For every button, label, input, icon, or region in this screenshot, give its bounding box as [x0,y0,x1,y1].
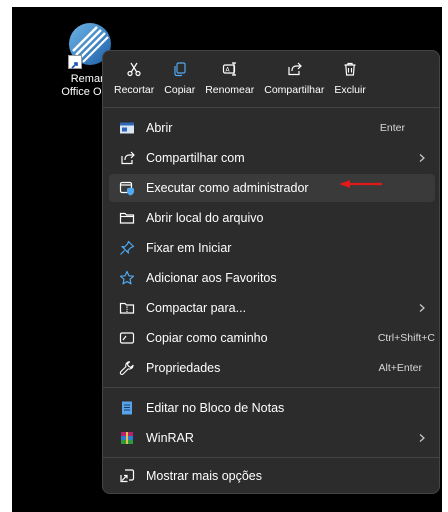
menu-item-label: Abrir local do arquivo [146,211,264,225]
star-icon [119,270,135,285]
folder-icon [119,212,135,224]
scissors-icon [127,62,141,77]
menu-item-label: Editar no Bloco de Notas [146,401,285,415]
copy-path-icon [119,332,135,344]
divider [103,107,439,108]
winrar-icon [121,432,133,444]
delete-button[interactable]: Excluir [329,59,371,105]
delete-label: Excluir [334,84,366,96]
menu-item-adicionar-aos-favoritos[interactable]: Adicionar aos Favoritos [109,264,435,292]
divider [103,387,439,388]
share-label: Compartilhar [264,84,325,96]
zip-folder-icon [119,302,135,314]
menu-item-copiar-como-caminho[interactable]: Copiar como caminho Ctrl+Shift+C [109,324,435,352]
red-annotation-arrow-icon [339,180,382,188]
shortcut-text: Ctrl+Shift+C [377,332,435,344]
menu-item-propriedades[interactable]: Propriedades Alt+Enter [109,354,435,382]
menu-item-label: Copiar como caminho [146,331,268,345]
chevron-right-icon [419,154,425,162]
admin-shield-icon [119,181,134,196]
menu-item-mostrar-mais-opcoes[interactable]: Mostrar mais opções [109,462,435,490]
menu-item-fixar-em-iniciar[interactable]: Fixar em Iniciar [109,234,435,262]
menu-item-abrir[interactable]: Abrir Enter [109,114,435,142]
menu-item-label: Abrir [146,121,173,135]
shortcut-text: Alt+Enter [378,362,422,374]
notepad-icon [122,401,132,415]
share-button[interactable]: Compartilhar [259,59,329,105]
menu-item-label: Mostrar mais opções [146,469,263,483]
menu-item-label: WinRAR [146,431,194,445]
shortcut-text: Enter [379,122,405,134]
context-menu: Recortar Copiar A Renomear Compartilhar … [102,50,440,494]
rename-button[interactable]: A Renomear [200,59,259,105]
open-window-icon [120,122,134,134]
more-options-icon [120,469,135,483]
share-icon [288,62,303,76]
menu-item-label: Adicionar aos Favoritos [146,271,277,285]
context-menu-quick-actions: Recortar Copiar A Renomear Compartilhar … [109,59,371,105]
chevron-right-icon [419,304,425,312]
menu-item-label: Compactar para... [146,301,247,315]
menu-item-executar-como-administrador[interactable]: Executar como administrador [109,174,435,202]
trash-icon [344,62,356,76]
menu-item-abrir-local-do-arquivo[interactable]: Abrir local do arquivo [109,204,435,232]
menu-item-editar-no-bloco-de-notas[interactable]: Editar no Bloco de Notas [109,394,435,422]
wrench-icon [119,361,134,375]
cut-button[interactable]: Recortar [109,59,159,105]
copy-label: Copiar [164,84,196,96]
shortcut-arrow-icon [68,55,82,69]
menu-item-compartilhar-com[interactable]: Compartilhar com [109,144,435,172]
rename-label: Renomear [205,84,255,96]
share-icon [121,151,135,165]
desktop: Remark Office OMR Recortar Copiar A Reno… [12,7,442,512]
rename-icon: A [222,62,236,76]
copy-button[interactable]: Copiar [159,59,200,105]
menu-item-label: Executar como administrador [146,181,309,195]
pin-icon [120,240,135,255]
menu-item-label: Compartilhar com [146,151,245,165]
chevron-right-icon [419,434,425,442]
menu-item-winrar[interactable]: WinRAR [109,424,435,452]
copy-icon [174,62,186,77]
cut-label: Recortar [114,84,155,96]
menu-item-label: Fixar em Iniciar [146,241,232,255]
menu-item-compactar-para[interactable]: Compactar para... [109,294,435,322]
menu-item-label: Propriedades [146,361,221,375]
divider [103,457,439,458]
